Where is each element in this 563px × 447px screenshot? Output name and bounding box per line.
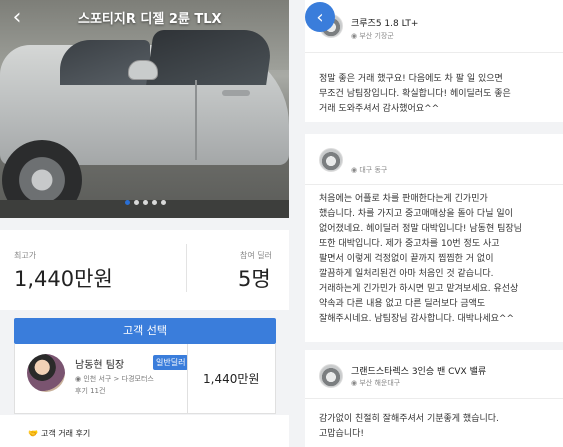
photo-topbar: ‹ 스포티지R 디젤 2륜 TLX <box>0 0 289 34</box>
carousel-indicator <box>125 200 166 205</box>
divider <box>305 398 563 399</box>
review-text: 감가없이 친절히 잘해주셔서 기분좋게 했습니다. 고맙습니다! <box>319 412 555 442</box>
car-thumbnail <box>319 148 343 172</box>
price-summary: 최고가 1,440만원 참여 딜러 5명 <box>0 230 289 310</box>
carousel-dot[interactable] <box>125 200 130 205</box>
car-thumbnail <box>319 364 343 388</box>
select-customer-button[interactable]: 고객 선택 <box>14 318 276 344</box>
car-door-handle <box>222 90 250 96</box>
review-card: 크루즈5 1.8 LT+ ◉ 부산 기장군 정말 좋은 거래 했구요! 다음에도… <box>305 0 563 122</box>
carousel-dot[interactable] <box>143 200 148 205</box>
review-location: ◉ 대구 동구 <box>351 165 387 175</box>
review-line: 정말 좋은 거래 했구요! 다음에도 차 팔 일 있으면 <box>319 74 503 84</box>
review-list-panel: 크루즈5 1.8 LT+ ◉ 부산 기장군 정말 좋은 거래 했구요! 다음에도… <box>301 0 563 447</box>
carousel-dot[interactable] <box>161 200 166 205</box>
handshake-icon: 🤝 <box>28 429 38 438</box>
vehicle-detail-panel: ‹ 스포티지R 디젤 2륜 TLX 최고가 1,440만원 참여 딜러 5명 고… <box>0 0 289 447</box>
car-front-window <box>146 30 274 85</box>
review-line: 했습니다. 차를 가지고 중고매매상을 돌아 다닐 일이 <box>319 209 513 219</box>
review-location-text: 부산 기장군 <box>359 32 394 40</box>
dealer-location-text: 인천 서구 > 다경모터스 <box>83 375 154 383</box>
review-line: 감가없이 친절히 잘해주셔서 기분좋게 했습니다. <box>319 414 499 424</box>
divider <box>187 344 188 414</box>
review-location: ◉ 부산 기장군 <box>351 31 394 41</box>
dealer-card[interactable]: 남동현 팀장 일반딜러 ◉ 인천 서구 > 다경모터스 후기 11건 1,440… <box>14 344 276 414</box>
max-price-label: 최고가 <box>14 251 37 260</box>
review-card: 그랜드스타렉스 3인승 밴 CVX 밸류 ◉ 부산 해운대구 감가없이 친절히 … <box>305 350 563 447</box>
trade-review-label: 고객 거래 후기 <box>40 429 91 438</box>
max-price-value: 1,440만원 <box>14 267 113 291</box>
car-photo[interactable]: ‹ 스포티지R 디젤 2륜 TLX <box>0 0 289 218</box>
dealer-review-count: 후기 11건 <box>75 387 106 395</box>
avatar <box>27 354 65 392</box>
review-card: ◉ 대구 동구 처음에는 어플로 차를 판매한다는게 긴가민가 했습니다. 차를… <box>305 134 563 342</box>
review-line: 약속과 다른 내용 없고 다른 딜러보다 금액도 <box>319 299 486 309</box>
dealer-badge: 일반딜러 <box>153 355 189 370</box>
review-location-text: 대구 동구 <box>359 166 388 174</box>
car-mirror <box>128 60 158 80</box>
divider <box>305 52 563 53</box>
review-line: 무조건 남팀장입니다. 확실합니다! 헤이딜러도 좋은 <box>319 89 511 99</box>
review-line: 깔끔하게 일처리된건 아마 처음인 것 같습니다. <box>319 269 494 279</box>
review-car-model: 그랜드스타렉스 3인승 밴 CVX 밸류 <box>351 367 487 377</box>
review-line: 잘해주시네요. 남팀장님 감사합니다. 대박나세요^^ <box>319 314 514 324</box>
chevron-left-icon[interactable]: ‹ <box>305 2 335 32</box>
page-title: 스포티지R 디젤 2륜 TLX <box>78 11 222 27</box>
dealer-name: 남동현 팀장 <box>75 360 125 371</box>
review-line: 없어졌네요. 헤이딜러 정말 대박입니다! 남동현 팀장님 <box>319 224 522 234</box>
review-line: 거래 도와주셔서 감사했어요^^ <box>319 104 440 114</box>
chevron-left-icon[interactable]: ‹ <box>0 0 34 34</box>
panel-divider <box>289 0 301 447</box>
dealer-count-label: 참여 딜러 <box>240 251 272 260</box>
car-door-line <box>195 80 197 160</box>
review-text: 처음에는 어플로 차를 판매한다는게 긴가민가 했습니다. 차를 가지고 중고매… <box>319 192 555 327</box>
review-location-text: 부산 해운대구 <box>359 379 401 387</box>
review-location: ◉ 부산 해운대구 <box>351 378 400 388</box>
trade-review-header: 🤝 고객 거래 후기 <box>28 428 90 439</box>
divider <box>305 184 563 185</box>
carousel-dot[interactable] <box>152 200 157 205</box>
review-line: 거래하는게 긴가민가 하시면 믿고 맡겨보세요. 유선상 <box>319 284 519 294</box>
divider <box>186 244 187 292</box>
review-line: 또한 대박입니다. 제가 중고차를 10번 정도 사고 <box>319 239 500 249</box>
review-line: 처음에는 어플로 차를 판매한다는게 긴가민가 <box>319 194 488 204</box>
dealer-count-value: 5명 <box>238 267 271 291</box>
dealer-price: 1,440만원 <box>203 372 260 386</box>
dealer-location: ◉ 인천 서구 > 다경모터스 <box>75 374 154 384</box>
review-line: 고맙습니다! <box>319 429 365 439</box>
review-line: 팔면서 이렇게 걱정없이 끝까지 찝찝한 거 없이 <box>319 254 494 264</box>
carousel-dot[interactable] <box>134 200 139 205</box>
review-car-model: 크루즈5 1.8 LT+ <box>351 19 419 29</box>
review-text: 정말 좋은 거래 했구요! 다음에도 차 팔 일 있으면 무조건 남팀장입니다.… <box>319 72 555 117</box>
